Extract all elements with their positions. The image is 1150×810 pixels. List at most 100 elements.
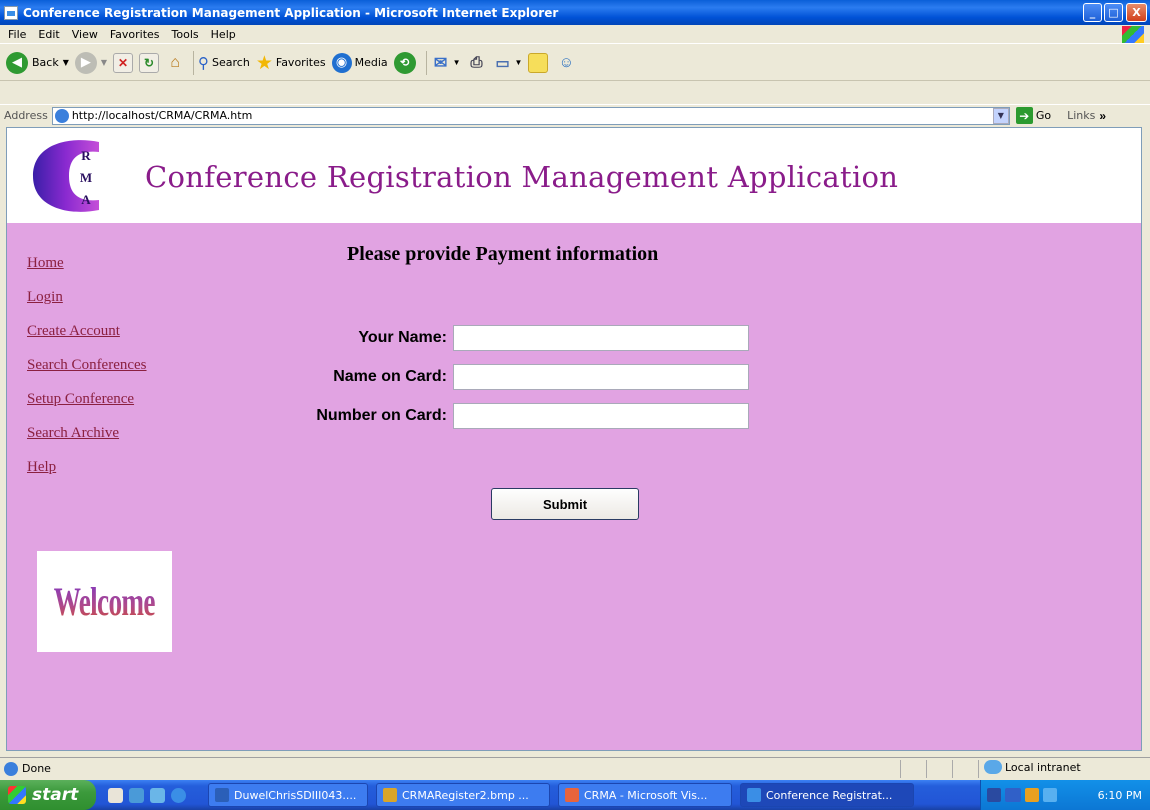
zone-text: Local intranet — [1005, 760, 1081, 774]
links-button[interactable]: Links — [1067, 109, 1095, 122]
nav-login[interactable]: Login — [27, 289, 147, 323]
nav-create-account[interactable]: Create Account — [27, 323, 147, 357]
task-paint[interactable]: CRMARegister2.bmp ... — [376, 783, 550, 807]
your-name-input[interactable] — [453, 325, 749, 351]
status-divider — [978, 760, 979, 778]
messenger-icon[interactable]: ☺ — [556, 53, 576, 73]
address-dropdown-icon[interactable]: ▼ — [992, 107, 1009, 124]
number-on-card-row: Number on Card: — [277, 403, 749, 429]
toolbar: ◀ Back ▼ ▶ ▼ ✕ ↻ ⌂ ⚲ Search ★ Favorites … — [0, 45, 1150, 81]
menu-bar: File Edit View Favorites Tools Help — [0, 25, 1150, 44]
minimize-button[interactable]: _ — [1083, 3, 1102, 22]
ie-icon — [747, 788, 761, 802]
history-icon[interactable]: ⟲ — [393, 51, 416, 74]
stop-icon[interactable]: ✕ — [113, 52, 134, 73]
status-text: Done — [22, 762, 51, 775]
favorites-button[interactable]: ★ Favorites — [256, 52, 326, 74]
chevron-right-icon[interactable]: » — [1099, 109, 1106, 123]
task-label: Conference Registrat... — [766, 788, 893, 802]
refresh-icon[interactable]: ↻ — [139, 52, 160, 73]
zonealarm-icon[interactable] — [1005, 788, 1021, 802]
task-label: CRMARegister2.bmp ... — [402, 788, 529, 802]
media-icon: ◉ — [331, 52, 352, 73]
discuss-icon[interactable] — [528, 52, 549, 73]
page-content: R M A Conference Registration Management… — [6, 127, 1142, 751]
nav-search-archive[interactable]: Search Archive — [27, 425, 147, 459]
print-icon[interactable]: ⎙ — [467, 53, 487, 73]
chevron-down-icon: ▼ — [62, 58, 69, 67]
welcome-image: Welcome — [37, 551, 172, 652]
go-button[interactable]: ➔ Go — [1015, 107, 1052, 124]
tray-update-icon[interactable] — [1025, 788, 1039, 802]
edit-icon[interactable]: ▭ — [493, 53, 513, 73]
menu-view[interactable]: View — [66, 28, 104, 41]
browser-window: Conference Registration Management Appli… — [0, 0, 1150, 810]
go-arrow-icon: ➔ — [1015, 107, 1033, 124]
title-bar: Conference Registration Management Appli… — [0, 0, 1150, 25]
side-nav: Home Login Create Account Search Confere… — [27, 255, 147, 493]
tray-app-icon[interactable] — [987, 788, 1001, 802]
menu-help[interactable]: Help — [205, 28, 242, 41]
outlook-icon[interactable] — [129, 787, 144, 803]
name-on-card-row: Name on Card: — [277, 364, 749, 390]
number-on-card-label: Number on Card: — [316, 407, 447, 424]
taskbar: start DuwelChrisSDIII043.... CRMARegiste… — [0, 780, 1150, 810]
forward-button[interactable]: ▶ ▼ — [74, 51, 107, 74]
desktop-icon[interactable] — [108, 787, 123, 803]
nav-home[interactable]: Home — [27, 255, 147, 289]
clock[interactable]: 6:10 PM — [1098, 789, 1142, 802]
search-icon: ⚲ — [198, 53, 210, 72]
search-button[interactable]: ⚲ Search — [198, 54, 250, 72]
payment-heading: Please provide Payment information — [347, 243, 659, 265]
name-on-card-input[interactable] — [453, 364, 749, 390]
nav-search-conferences[interactable]: Search Conferences — [27, 357, 147, 391]
menu-file[interactable]: File — [2, 28, 32, 41]
task-conference-registration[interactable]: Conference Registrat... — [740, 783, 914, 807]
task-word-doc[interactable]: DuwelChrisSDIII043.... — [208, 783, 368, 807]
task-label: DuwelChrisSDIII043.... — [234, 788, 357, 802]
window-title: Conference Registration Management Appli… — [23, 5, 559, 20]
star-icon: ★ — [255, 51, 273, 74]
chevron-down-icon[interactable]: ▼ — [515, 58, 523, 67]
ie-icon[interactable] — [171, 787, 186, 803]
number-on-card-input[interactable] — [453, 403, 749, 429]
ie-icon — [4, 5, 18, 20]
submit-button[interactable]: Submit — [491, 488, 639, 520]
mail-icon[interactable]: ✉ — [431, 53, 451, 73]
crma-logo: R M A — [33, 140, 99, 212]
chevron-down-icon[interactable]: ▼ — [453, 58, 461, 67]
start-button[interactable]: start — [0, 780, 96, 810]
status-divider — [900, 760, 901, 778]
status-bar: Done Local intranet — [0, 757, 1150, 779]
visual-studio-icon — [565, 788, 579, 802]
menu-favorites[interactable]: Favorites — [104, 28, 166, 41]
nav-help[interactable]: Help — [27, 459, 147, 493]
status-divider — [926, 760, 927, 778]
media-label: Media — [354, 56, 388, 69]
maximize-button[interactable]: □ — [1104, 3, 1123, 22]
toolbar-separator — [425, 50, 427, 75]
your-name-row: Your Name: — [277, 325, 749, 351]
back-button[interactable]: ◀ Back ▼ — [6, 51, 69, 74]
quick-launch — [108, 787, 186, 803]
media-player-icon[interactable] — [150, 787, 165, 803]
close-button[interactable]: X — [1126, 3, 1147, 22]
menu-edit[interactable]: Edit — [32, 28, 65, 41]
paint-icon — [383, 788, 397, 802]
system-tray: 6:10 PM — [980, 780, 1150, 810]
logo-letter-r: R — [81, 148, 91, 163]
status-divider — [952, 760, 953, 778]
network-icon[interactable] — [1043, 788, 1057, 802]
ie-page-icon — [4, 761, 18, 776]
address-label: Address — [4, 109, 48, 122]
task-visual-studio[interactable]: CRMA - Microsoft Vis... — [558, 783, 732, 807]
go-label: Go — [1035, 109, 1052, 122]
address-url: http://localhost/CRMA/CRMA.htm — [71, 109, 253, 122]
back-arrow-icon: ◀ — [6, 51, 28, 74]
home-icon[interactable]: ⌂ — [165, 53, 185, 73]
nav-setup-conference[interactable]: Setup Conference — [27, 391, 147, 425]
menu-tools[interactable]: Tools — [166, 28, 205, 41]
address-input[interactable]: http://localhost/CRMA/CRMA.htm ▼ — [51, 106, 1010, 125]
app-title: Conference Registration Management Appli… — [145, 160, 899, 194]
media-button[interactable]: ◉ Media — [331, 52, 388, 73]
